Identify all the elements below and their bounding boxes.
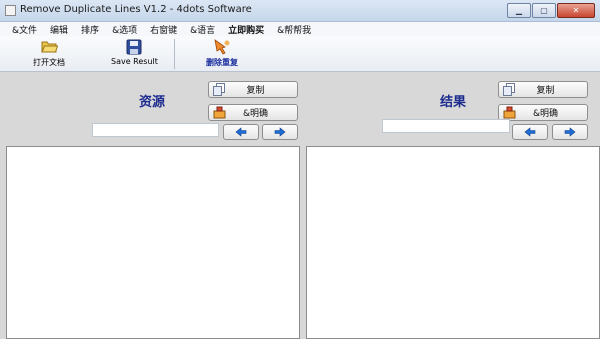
result-panel: 结果 复制 &明确: [304, 72, 600, 339]
menu-context[interactable]: 右窗键: [150, 23, 177, 36]
source-prev-button[interactable]: [223, 124, 259, 140]
close-button[interactable]: ✕: [557, 3, 595, 18]
save-result-button[interactable]: Save Result: [111, 38, 158, 66]
window-title: Remove Duplicate Lines V1.2 - 4dots Soft…: [20, 4, 252, 15]
menu-sort[interactable]: 排序: [81, 23, 99, 36]
menu-help[interactable]: &帮帮我: [277, 23, 311, 36]
source-next-button[interactable]: [262, 124, 298, 140]
arrow-left-icon: [524, 127, 536, 137]
clear-result-button[interactable]: &明确: [498, 104, 588, 121]
app-icon: [5, 5, 16, 16]
save-icon: [125, 38, 143, 55]
source-text-area[interactable]: [6, 146, 300, 339]
menu-buy-now[interactable]: 立即购买: [228, 23, 264, 36]
remove-duplicates-button[interactable]: 删除重复: [206, 38, 238, 68]
menu-bar: &文件 编辑 排序 &选项 右窗键 &语言 立即购买 &帮帮我: [0, 22, 600, 36]
folder-icon: [40, 38, 58, 55]
arrow-left-icon: [235, 127, 247, 137]
result-prev-button[interactable]: [512, 124, 548, 140]
source-search-input[interactable]: [92, 123, 219, 137]
title-bar: Remove Duplicate Lines V1.2 - 4dots Soft…: [0, 0, 600, 22]
result-title: 结果: [440, 95, 467, 110]
copy-icon: [502, 83, 516, 97]
menu-options[interactable]: &选项: [112, 23, 137, 36]
source-panel: 资源 复制 &明确: [0, 72, 304, 339]
copy-icon: [212, 83, 226, 97]
clear-source-label: &明确: [242, 109, 269, 119]
eraser-icon: [502, 106, 516, 120]
result-search-input[interactable]: [382, 119, 510, 133]
copy-result-button[interactable]: 复制: [498, 81, 588, 98]
copy-source-label: 复制: [246, 86, 265, 96]
menu-language[interactable]: &语言: [190, 23, 215, 36]
arrow-right-icon: [274, 127, 286, 137]
maximize-button[interactable]: ▢: [532, 3, 556, 18]
arrow-right-icon: [564, 127, 576, 137]
clear-result-label: &明确: [532, 109, 559, 119]
menu-edit[interactable]: 编辑: [50, 23, 68, 36]
clear-source-button[interactable]: &明确: [208, 104, 298, 121]
copy-result-label: 复制: [536, 86, 555, 96]
result-text-area[interactable]: [306, 146, 600, 339]
source-title: 资源: [139, 95, 166, 110]
copy-source-button[interactable]: 复制: [208, 81, 298, 98]
window-controls: ▁ ▢ ✕: [506, 3, 595, 18]
remove-duplicates-label: 删除重复: [206, 58, 238, 67]
toolbar: 打开文档 Save Result 删除重复: [0, 36, 600, 72]
result-next-button[interactable]: [552, 124, 588, 140]
minimize-button[interactable]: ▁: [507, 3, 531, 18]
save-result-label: Save Result: [111, 57, 158, 66]
open-document-label: 打开文档: [33, 58, 65, 67]
remove-duplicates-icon: [213, 38, 231, 55]
toolbar-separator: [174, 39, 175, 69]
eraser-icon: [212, 106, 226, 120]
open-document-button[interactable]: 打开文档: [33, 38, 65, 68]
menu-file[interactable]: &文件: [12, 23, 37, 36]
